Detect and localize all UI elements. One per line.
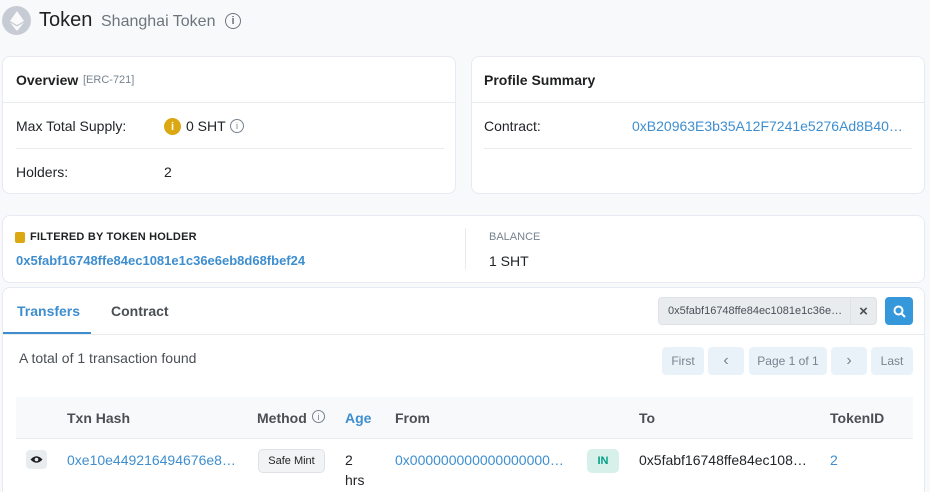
filter-card: FILTERED BY TOKEN HOLDER 0x5fabf16748ffe… [2, 215, 925, 283]
prev-page-button[interactable]: ‹ [708, 347, 744, 375]
profile-heading: Profile Summary [484, 72, 596, 88]
col-to: To [639, 410, 656, 426]
col-method: Method [257, 410, 307, 426]
max-supply-value: 0 SHT [186, 118, 226, 134]
balance-value: 1 SHT [489, 253, 529, 269]
table-header: Txn Hash Method i Age From To TokenID [16, 397, 913, 439]
from-address-link[interactable]: 0x000000000000000000… [395, 452, 564, 468]
holder-address-link[interactable]: 0x5fabf16748ffe84ec1081e1c36e6eb8d68fbef… [16, 253, 305, 268]
next-page-button[interactable]: › [831, 347, 867, 375]
holders-label: Holders: [16, 164, 69, 180]
clear-search-button[interactable]: × [851, 297, 877, 325]
col-age[interactable]: Age [345, 410, 371, 426]
info-icon[interactable]: i [312, 410, 325, 423]
method-badge: Safe Mint [258, 449, 325, 473]
tab-transfers-label: Transfers [17, 303, 81, 319]
ethereum-icon [9, 10, 24, 31]
contract-address-link[interactable]: 0xB20963E3b35A12F7241e5276Ad8B40… [632, 118, 903, 134]
overview-heading: Overview [16, 72, 79, 88]
transfers-card: Transfers Contract 0x5fabf16748ffe84ec10… [2, 287, 925, 492]
info-icon[interactable]: i [225, 13, 241, 29]
to-address: 0x5fabf16748ffe84ec108… [639, 452, 807, 468]
search-button[interactable] [885, 297, 913, 325]
holders-value: 2 [164, 164, 172, 180]
token-standard: [ERC-721] [83, 74, 135, 86]
overview-card: Overview [ERC-721] Max Total Supply: i 0… [2, 56, 456, 194]
warning-icon[interactable]: i [164, 118, 181, 135]
user-icon [15, 232, 25, 243]
txn-hash-link[interactable]: 0xe10e449216494676e8… [67, 452, 236, 468]
filter-label: FILTERED BY TOKEN HOLDER [30, 231, 197, 243]
age-unit: hrs [345, 472, 365, 488]
first-page-button[interactable]: First [662, 347, 704, 375]
search-input[interactable]: 0x5fabf16748ffe84ec1081e1c36e… [658, 297, 851, 325]
col-token-id: TokenID [830, 410, 885, 426]
col-from: From [395, 410, 430, 426]
profile-summary-card: Profile Summary Contract: 0xB20963E3b35A… [471, 56, 925, 194]
max-supply-label: Max Total Supply: [16, 118, 127, 134]
age-value: 2 [345, 452, 353, 468]
info-icon[interactable]: i [230, 119, 244, 133]
table-row: 0xe10e449216494676e8… Safe Mint 2 hrs 0x… [16, 439, 913, 492]
col-txn-hash: Txn Hash [67, 410, 131, 426]
tab-transfers[interactable]: Transfers [3, 288, 91, 334]
eye-icon [30, 456, 43, 463]
balance-label: BALANCE [489, 231, 541, 243]
page-subtitle: Shanghai Token [101, 13, 216, 30]
search-icon [893, 305, 906, 318]
last-page-button[interactable]: Last [871, 347, 913, 375]
token-id-link[interactable]: 2 [830, 452, 838, 468]
page-indicator: Page 1 of 1 [749, 347, 827, 375]
transaction-summary: A total of 1 transaction found [19, 350, 197, 366]
page-title: Token [39, 9, 93, 31]
direction-badge: IN [587, 449, 619, 473]
view-details-button[interactable] [26, 450, 47, 469]
token-logo [2, 6, 31, 35]
contract-label: Contract: [484, 118, 541, 134]
tab-contract[interactable]: Contract [111, 303, 169, 319]
